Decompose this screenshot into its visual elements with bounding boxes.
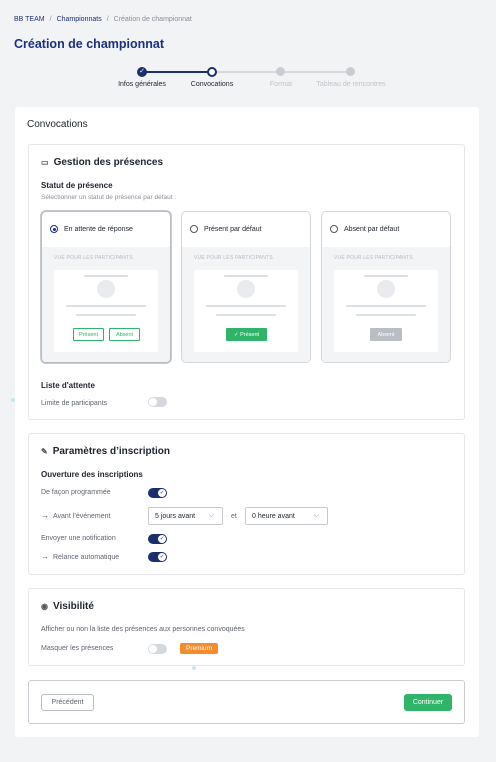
option-label: Présent par défaut — [204, 225, 262, 233]
hours-before-select[interactable]: 0 heure avant ⌵ — [245, 507, 328, 525]
mask-label: Masquer les présences — [41, 645, 114, 652]
breadcrumb: BB TEAM / Championnats / Création de cha… — [14, 16, 192, 23]
previous-button[interactable]: Précédent — [41, 694, 94, 711]
preview-bar — [346, 305, 426, 307]
step-pending-icon — [346, 67, 355, 76]
step-done-icon: ✓ — [137, 67, 147, 77]
arrow-right-icon: → — [41, 511, 49, 520]
preview-caption: VUE POUR LES PARTICIPANTS — [334, 255, 413, 261]
decorative-dot — [192, 666, 196, 670]
breadcrumb-current: Création de championnat — [113, 16, 192, 23]
visibility-panel: ◉ Visibilité Afficher ou non la liste de… — [28, 588, 465, 666]
mask-toggle[interactable] — [148, 644, 167, 654]
preview-absent-button: Absent — [370, 328, 402, 341]
option-present[interactable]: Présent par défaut VUE POUR LES PARTICIP… — [181, 211, 311, 363]
premium-badge: Premium — [180, 643, 219, 654]
radio-icon[interactable] — [190, 225, 198, 233]
preview-bar — [66, 305, 146, 307]
scheduled-toggle[interactable] — [148, 488, 167, 498]
continue-button[interactable]: Continuer — [404, 694, 452, 711]
chevron-down-icon: ⌵ — [208, 512, 214, 519]
notify-label: Envoyer une notification — [41, 535, 116, 542]
visibility-title: ◉ Visibilité — [41, 601, 94, 612]
stepper-line-done — [142, 71, 212, 73]
before-event-label: Avant l’événement — [53, 513, 111, 520]
avatar-icon — [237, 280, 255, 298]
waitlist-label: Liste d'attente — [41, 381, 95, 390]
hours-before-value: 0 heure avant — [252, 512, 295, 520]
preview-present-button: Présent — [73, 328, 104, 341]
relance-label: Relance automatique — [53, 554, 120, 561]
days-before-value: 5 jours avant — [155, 512, 196, 520]
status-hint: Sélectionner un statut de présence par d… — [41, 194, 177, 201]
breadcrumb-separator: / — [49, 16, 52, 23]
preview-bar — [364, 275, 408, 277]
preview-bar — [356, 314, 416, 316]
option-label: Absent par défaut — [344, 225, 400, 233]
option-en-attente[interactable]: En attente de réponse VUE POUR LES PARTI… — [41, 211, 171, 363]
avatar-icon — [377, 280, 395, 298]
preview-present-button: ✓ Présent — [226, 328, 267, 341]
relance-toggle[interactable] — [148, 552, 167, 562]
avatar-icon — [97, 280, 115, 298]
preview-card: ✓ Présent — [194, 270, 298, 352]
step-label-convocations[interactable]: Convocations — [172, 81, 252, 88]
arrow-right-icon: → — [41, 552, 49, 561]
preview-bar — [216, 314, 276, 316]
inscription-title: ✎ Paramètres d’inscription — [41, 446, 170, 457]
footer-actions: Précédent Continuer — [28, 680, 465, 724]
limit-toggle[interactable] — [148, 397, 167, 407]
presence-title-text: Gestion des présences — [53, 157, 164, 168]
step-label-tableau: Tableau de rencontres — [316, 81, 386, 88]
presence-title: ▭ Gestion des présences — [41, 157, 163, 168]
step-current-icon — [207, 67, 217, 77]
preview-absent-button: Absent — [109, 328, 140, 341]
status-label: Statut de présence — [41, 181, 113, 190]
notify-toggle[interactable] — [148, 534, 167, 544]
inscription-panel: ✎ Paramètres d’inscription Ouverture des… — [28, 433, 465, 575]
preview-caption: VUE POUR LES PARTICIPANTS — [194, 255, 273, 261]
and-label: et — [231, 513, 237, 520]
chevron-down-icon: ⌵ — [313, 512, 319, 519]
radio-icon[interactable] — [330, 225, 338, 233]
preview-card: Présent Absent — [54, 270, 158, 352]
pen-icon: ✎ — [41, 447, 48, 456]
option-absent[interactable]: Absent par défaut VUE POUR LES PARTICIPA… — [321, 211, 451, 363]
participant-preview: VUE POUR LES PARTICIPANTS Présent Absent — [42, 247, 170, 362]
preview-caption: VUE POUR LES PARTICIPANTS — [54, 255, 133, 261]
section-title: Convocations — [27, 119, 88, 130]
page-title: Création de championnat — [14, 37, 165, 51]
radio-selected-icon[interactable] — [50, 225, 58, 233]
step-pending-icon — [276, 67, 285, 76]
scheduled-label: De façon programmée — [41, 489, 111, 496]
inscription-title-text: Paramètres d’inscription — [52, 446, 170, 457]
decorative-dot — [11, 398, 15, 402]
preview-bar — [84, 275, 128, 277]
preview-bar — [206, 305, 286, 307]
visibility-hint: Afficher ou non la liste des présences a… — [41, 626, 245, 633]
presence-panel: ▭ Gestion des présences Statut de présen… — [28, 144, 465, 420]
preview-bar — [76, 314, 136, 316]
breadcrumb-team[interactable]: BB TEAM — [14, 16, 45, 23]
days-before-select[interactable]: 5 jours avant ⌵ — [148, 507, 223, 525]
eye-icon: ◉ — [41, 602, 48, 611]
calendar-icon: ▭ — [41, 158, 49, 167]
stepper: ✓ Infos générales Convocations Format Ta… — [0, 64, 496, 94]
preview-card: Absent — [334, 270, 438, 352]
breadcrumb-championnats[interactable]: Championnats — [57, 16, 102, 23]
participant-preview: VUE POUR LES PARTICIPANTS Absent — [322, 247, 450, 362]
participant-preview: VUE POUR LES PARTICIPANTS ✓ Présent — [182, 247, 310, 362]
limit-label: Limite de participants — [41, 400, 108, 407]
option-label: En attente de réponse — [64, 225, 133, 233]
step-label-infos[interactable]: Infos générales — [102, 81, 182, 88]
opening-label: Ouverture des inscriptions — [41, 470, 143, 479]
preview-bar — [224, 275, 268, 277]
step-label-format: Format — [269, 81, 293, 88]
breadcrumb-separator: / — [106, 16, 109, 23]
visibility-title-text: Visibilité — [52, 601, 94, 612]
